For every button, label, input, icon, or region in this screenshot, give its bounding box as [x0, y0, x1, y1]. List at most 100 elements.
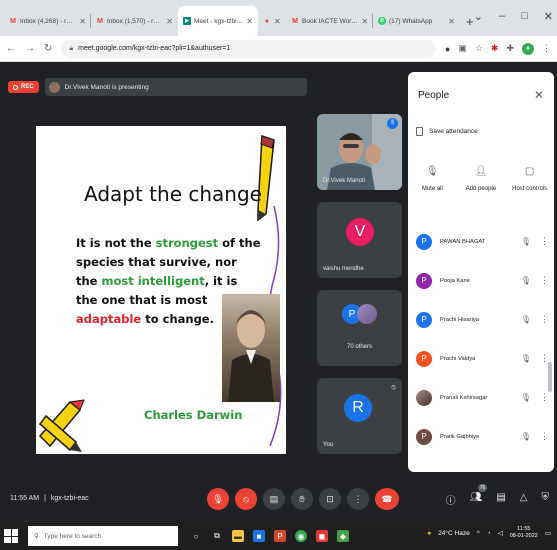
- more-options-icon[interactable]: ⋮: [540, 353, 549, 364]
- store-icon[interactable]: ■: [253, 530, 265, 542]
- leave-call-button[interactable]: ☎: [375, 488, 399, 510]
- recording-badge[interactable]: REC: [8, 81, 39, 93]
- participant-row[interactable]: P Pratik Gajbhiye 🎙︎ ⋮: [408, 417, 554, 456]
- tab-title: Inbox (1,570) - rajan.kumar@...: [107, 17, 163, 25]
- window-controls: ⌄ – □ ✕: [474, 0, 553, 32]
- participant-row[interactable]: P PAWAN BHAGAT 🎙︎ ⋮: [408, 222, 554, 261]
- participant-row[interactable]: P Prachi Vaidya 🎙︎ ⋮: [408, 339, 554, 378]
- mic-off-icon[interactable]: 🎙︎: [520, 276, 532, 285]
- more-options-icon[interactable]: ⋮: [540, 275, 549, 286]
- taskbar-clock[interactable]: 11:55 08-01-2022: [510, 526, 538, 540]
- app-icon[interactable]: ◼: [316, 530, 328, 542]
- tab-close-icon[interactable]: ✕: [166, 17, 173, 26]
- tab-close-icon[interactable]: ✕: [448, 17, 455, 26]
- browser-tab[interactable]: ✆ (17) WhatsApp ✕: [373, 6, 460, 36]
- captions-button[interactable]: ▤: [263, 488, 285, 510]
- browser-tab-active[interactable]: ▶ Meet - kgx-tzbi-eac ✕: [178, 6, 258, 36]
- powerpoint-icon[interactable]: P: [274, 530, 286, 542]
- browser-tab[interactable]: M Inbox (1,570) - rajan.kumar@... ✕: [91, 6, 178, 36]
- participant-tile[interactable]: V vaishu mendhe: [317, 202, 402, 278]
- self-avatar: R: [344, 394, 372, 422]
- maximize-button[interactable]: □: [521, 10, 528, 22]
- clock-time: 11:55: [517, 526, 531, 532]
- close-icon[interactable]: ✕: [534, 88, 544, 102]
- mic-off-icon[interactable]: 🎙︎: [520, 393, 532, 402]
- address-bar[interactable]: 🔒︎ meet.google.com/kgx-tzbi-eac?pli=1&au…: [61, 39, 436, 58]
- tab-title: Book IACTE Workshop on E...: [302, 17, 358, 25]
- camera-toggle-button[interactable]: ⦸: [235, 488, 257, 510]
- camera-icon[interactable]: ▣: [458, 43, 467, 54]
- mic-toggle-button[interactable]: 🎙︎: [207, 488, 229, 510]
- action-label: Host controls: [512, 186, 548, 192]
- browser-tab[interactable]: M Inbox (4,268) - roshan.kumar... ✕: [4, 6, 91, 36]
- more-options-icon[interactable]: ⋮: [540, 392, 549, 403]
- host-controls-button[interactable]: ▢ Host controls: [507, 166, 552, 192]
- more-options-icon[interactable]: ⋮: [540, 431, 549, 442]
- save-attendance-button[interactable]: Save attendance: [416, 127, 478, 136]
- raise-hand-button[interactable]: ✋︎: [291, 488, 313, 510]
- extension-icon[interactable]: ✱: [491, 43, 499, 54]
- tab-close-icon[interactable]: ✕: [246, 17, 253, 26]
- teams-icon[interactable]: ◆: [337, 530, 349, 542]
- volume-icon[interactable]: ◁: [498, 529, 503, 537]
- browser-tab[interactable]: ● ✕: [258, 6, 286, 36]
- mic-off-icon[interactable]: 🎙︎: [520, 315, 532, 324]
- windows-start-icon[interactable]: [4, 529, 18, 543]
- chat-icon[interactable]: ▤: [496, 492, 505, 507]
- participant-row[interactable]: P Pooja Kane 🎙︎ ⋮: [408, 261, 554, 300]
- presenter-video-tile[interactable]: ⦀ Dr.Vivek Manoti: [317, 114, 402, 190]
- search-app-icon[interactable]: ○: [190, 530, 202, 542]
- mic-off-icon[interactable]: 🎙︎: [520, 237, 532, 246]
- tab-close-icon[interactable]: ✕: [274, 17, 281, 26]
- meet-main: REC Dr.Vivek Manoti is presenting Adapt …: [0, 62, 557, 522]
- participant-avatar: V: [346, 218, 374, 246]
- more-options-icon[interactable]: ⋮: [540, 314, 549, 325]
- participant-avatar: P: [416, 311, 432, 328]
- minimize-button[interactable]: –: [499, 10, 505, 22]
- taskbar-search[interactable]: ⚲ Type here to search: [28, 526, 178, 546]
- present-button[interactable]: ⊡: [319, 488, 341, 510]
- profile-avatar[interactable]: ●: [522, 42, 534, 55]
- task-view-icon[interactable]: ⧉: [211, 530, 223, 542]
- browser-tab[interactable]: M Book IACTE Workshop on E... ✕: [286, 6, 373, 36]
- close-window-button[interactable]: ✕: [544, 10, 553, 23]
- notification-icon[interactable]: ▭: [545, 529, 551, 537]
- menu-icon[interactable]: ⋮: [542, 43, 551, 54]
- info-icon[interactable]: ⓘ: [446, 492, 456, 507]
- mute-all-button[interactable]: 🎙︎ Mute all: [410, 166, 455, 192]
- puzzle-icon[interactable]: ✚: [506, 43, 514, 54]
- people-title: People: [418, 90, 450, 101]
- search-icon: ⚲: [34, 533, 39, 540]
- participant-avatar: P: [416, 350, 432, 367]
- file-explorer-icon[interactable]: ▬: [232, 530, 244, 542]
- chrome-icon[interactable]: ◉: [295, 530, 307, 542]
- mic-off-icon[interactable]: 🎙︎: [520, 432, 532, 441]
- star-icon[interactable]: ☆: [475, 43, 483, 54]
- participant-row[interactable]: P Prachi Hisariya 🎙︎ ⋮: [408, 300, 554, 339]
- save-attendance-label: Save attendance: [429, 128, 478, 135]
- host-controls-icon[interactable]: ⛨: [542, 492, 550, 507]
- others-tile[interactable]: P 70 others: [317, 290, 402, 366]
- people-button[interactable]: 👥︎ 76: [470, 484, 488, 507]
- more-options-icon[interactable]: ⋮: [540, 236, 549, 247]
- weather-text[interactable]: 24°C Haze: [438, 530, 470, 537]
- tab-close-icon[interactable]: ✕: [361, 17, 368, 26]
- recording-dot-icon[interactable]: ●: [445, 44, 450, 54]
- forward-icon[interactable]: →: [25, 43, 35, 54]
- darwin-portrait: [222, 294, 280, 402]
- mic-off-icon[interactable]: 🎙︎: [520, 354, 532, 363]
- self-tile[interactable]: ⦸ R You: [317, 378, 402, 454]
- tray-chevron-icon[interactable]: ^: [477, 530, 480, 537]
- more-options-button[interactable]: ⋮: [347, 488, 369, 510]
- add-people-button[interactable]: 👤︎ Add people: [458, 166, 503, 192]
- network-icon[interactable]: ◔: [487, 530, 491, 537]
- people-scrollbar[interactable]: [548, 362, 552, 392]
- tab-close-icon[interactable]: ✕: [79, 17, 86, 26]
- action-label: Mute all: [421, 186, 443, 192]
- participant-row[interactable]: Pranali Kshirsagar 🎙︎ ⋮: [408, 378, 554, 417]
- system-tray: ● 24°C Haze ^ ◔ ◁ 11:55 08-01-2022 ▭: [427, 526, 551, 540]
- activities-icon[interactable]: △: [520, 492, 528, 507]
- reload-icon[interactable]: ↻: [44, 43, 52, 54]
- tab-search-icon[interactable]: ⌄: [474, 10, 483, 23]
- back-icon[interactable]: ←: [6, 43, 16, 54]
